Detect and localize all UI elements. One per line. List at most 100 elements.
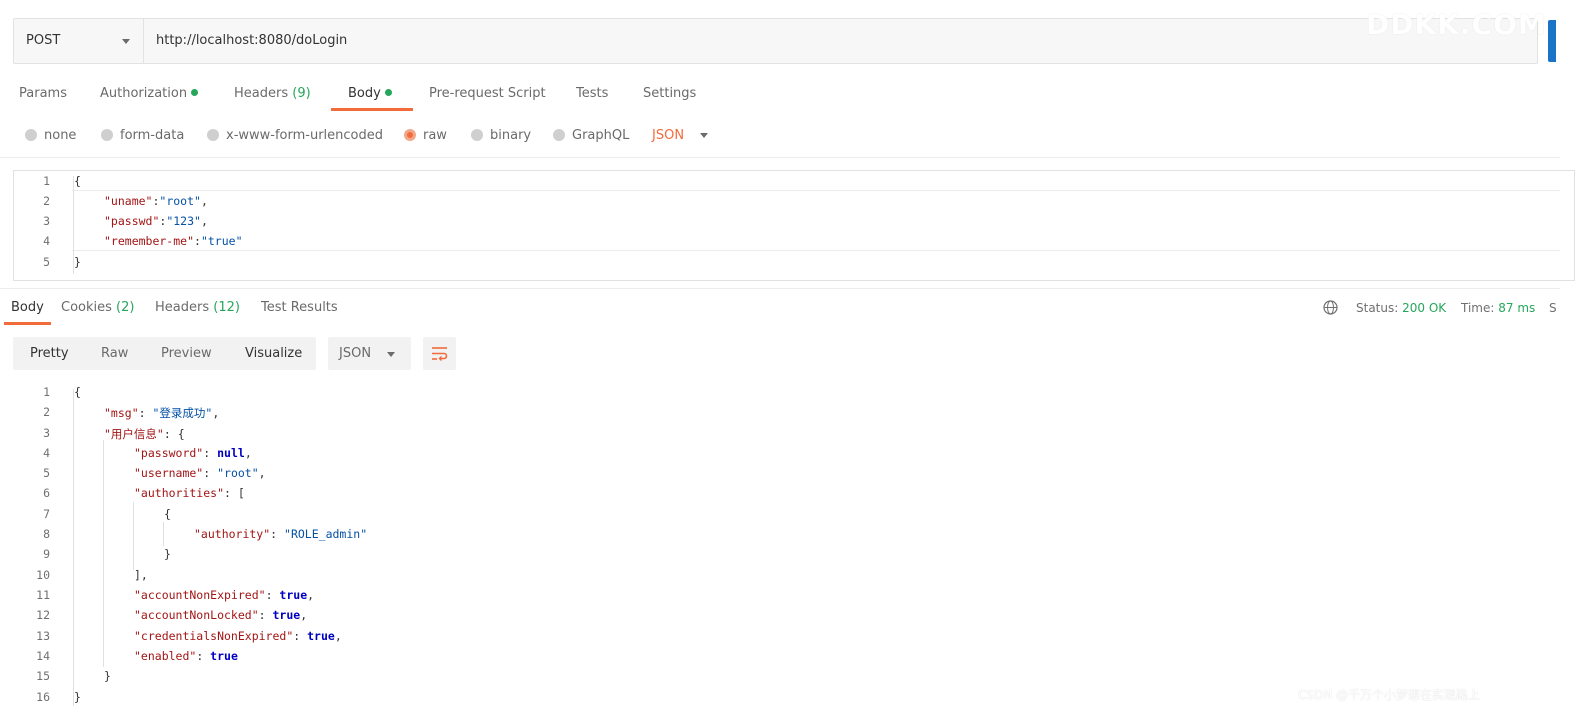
line-number: 7 — [43, 507, 50, 521]
json-key: "msg" — [104, 406, 139, 420]
status-label: Status: — [1356, 301, 1399, 315]
radio-raw-label: raw — [423, 128, 447, 143]
tab-headers-label: Headers — [234, 86, 289, 101]
code-bracket: [ — [237, 486, 245, 500]
url-input[interactable]: http://localhost:8080/doLogin — [156, 33, 347, 48]
line-number: 6 — [43, 486, 50, 500]
tab-headers[interactable]: Headers (9) — [234, 86, 311, 101]
wrap-lines-icon — [432, 347, 448, 361]
json-value: "root" — [217, 466, 259, 480]
json-value: true — [307, 629, 335, 643]
json-key: "credentialsNonExpired" — [134, 629, 294, 643]
line-number: 3 — [43, 426, 50, 440]
line-number: 4 — [43, 446, 50, 460]
json-key: "remember-me" — [104, 234, 195, 248]
section-divider — [0, 288, 1560, 289]
line-number: 5 — [43, 466, 50, 480]
response-tab-cookies-count: (2) — [116, 300, 135, 315]
line-number: 15 — [36, 669, 50, 683]
chevron-down-icon — [387, 352, 395, 357]
code-line: "authorities": [ — [134, 486, 245, 500]
section-divider — [0, 157, 1560, 158]
json-separator: : — [194, 234, 201, 248]
response-tab-test-results[interactable]: Test Results — [261, 300, 338, 315]
radio-none-label: none — [44, 128, 77, 143]
code-brace: { — [74, 385, 81, 399]
radio-binary[interactable] — [471, 129, 483, 141]
line-number: 2 — [43, 194, 50, 208]
radio-graphql-label: GraphQL — [572, 128, 630, 143]
json-key: "accountNonLocked" — [134, 608, 259, 622]
json-value: "ROLE_admin" — [284, 527, 368, 541]
json-comma: , — [200, 214, 208, 228]
radio-urlencoded[interactable] — [207, 129, 219, 141]
request-body-editor[interactable] — [13, 170, 1575, 281]
current-line-highlight — [72, 250, 1560, 251]
indent-guide — [73, 389, 74, 706]
radio-form-data[interactable] — [101, 129, 113, 141]
line-number: 3 — [43, 214, 50, 228]
tab-params[interactable]: Params — [19, 86, 67, 101]
line-number: 1 — [43, 174, 50, 188]
code-line: "username": "root", — [134, 466, 266, 480]
json-key: "uname" — [104, 194, 153, 208]
code-line: "accountNonExpired": true, — [134, 588, 315, 602]
tab-pre-request-script[interactable]: Pre-request Script — [429, 86, 546, 101]
time-text: Time: 87 ms — [1461, 301, 1535, 315]
code-line: "accountNonLocked": true, — [134, 608, 308, 622]
code-brace: } — [74, 255, 81, 269]
code-brace: } — [104, 669, 111, 683]
response-tab-headers-label: Headers — [155, 300, 210, 315]
line-number: 5 — [43, 255, 50, 269]
radio-raw[interactable] — [404, 129, 416, 141]
send-button[interactable] — [1548, 20, 1556, 62]
response-format-label: JSON — [339, 346, 372, 361]
method-select[interactable]: POST — [14, 19, 144, 63]
json-value: "123" — [166, 214, 201, 228]
time-value: 87 ms — [1498, 301, 1536, 315]
wrap-lines-button[interactable] — [423, 337, 456, 370]
radio-graphql[interactable] — [553, 129, 565, 141]
tab-settings[interactable]: Settings — [643, 86, 696, 101]
tab-tests[interactable]: Tests — [576, 86, 608, 101]
response-tab-headers-count: (12) — [213, 300, 240, 315]
view-preview-button[interactable]: Preview — [161, 346, 212, 361]
view-pretty-button[interactable]: Pretty — [30, 346, 69, 361]
indent-guide — [103, 440, 104, 667]
line-number: 4 — [43, 234, 50, 248]
view-visualize-button[interactable]: Visualize — [245, 346, 302, 361]
response-tab-headers[interactable]: Headers (12) — [155, 300, 240, 315]
radio-none[interactable] — [25, 129, 37, 141]
tab-body-label: Body — [348, 86, 381, 101]
site-watermark: DDKK.COM — [1366, 8, 1547, 41]
line-number: 11 — [36, 588, 50, 602]
radio-form-data-label: form-data — [120, 128, 185, 143]
response-format-select[interactable]: JSON — [328, 337, 411, 370]
code-brace: { — [74, 174, 81, 188]
body-format-select[interactable]: JSON — [652, 128, 684, 143]
json-key: "passwd" — [104, 214, 160, 228]
response-tab-cookies[interactable]: Cookies (2) — [61, 300, 134, 315]
view-raw-button[interactable]: Raw — [101, 346, 128, 361]
indent-guide — [133, 502, 134, 570]
code-brace: } — [74, 690, 81, 704]
tab-authorization[interactable]: Authorization — [100, 86, 199, 101]
tab-headers-count: (9) — [292, 86, 311, 101]
status-dot-icon — [191, 89, 199, 96]
json-key: "authorities" — [134, 486, 225, 500]
method-label: POST — [26, 33, 61, 48]
json-key: "password" — [134, 446, 204, 460]
chevron-down-icon — [700, 133, 708, 138]
response-tab-body[interactable]: Body — [11, 300, 44, 315]
tab-body[interactable]: Body — [348, 86, 392, 101]
code-line: "remember-me":"true" — [104, 234, 243, 248]
code-line: "enabled": true — [134, 649, 238, 663]
status-value: 200 OK — [1402, 301, 1447, 315]
line-number: 13 — [36, 629, 50, 643]
json-key: "authority" — [194, 527, 271, 541]
json-key: "enabled" — [134, 649, 197, 663]
code-brace: { — [164, 507, 171, 521]
line-number: 9 — [43, 547, 50, 561]
json-value: null — [217, 446, 245, 460]
globe-icon[interactable] — [1323, 300, 1338, 315]
